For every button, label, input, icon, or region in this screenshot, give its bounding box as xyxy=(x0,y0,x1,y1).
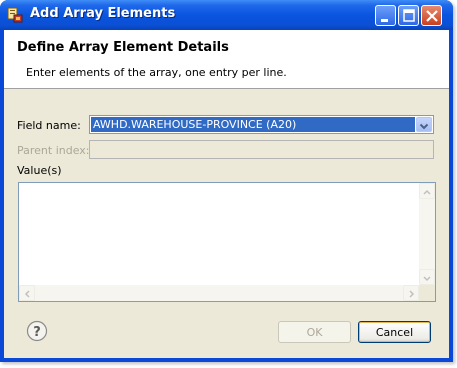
cancel-button[interactable]: Cancel xyxy=(358,321,431,343)
values-label: Value(s) xyxy=(17,164,62,177)
title-bar[interactable]: Add Array Elements xyxy=(0,0,453,30)
horizontal-scrollbar[interactable] xyxy=(19,285,419,301)
values-textarea[interactable] xyxy=(18,182,436,302)
parent-index-input[interactable] xyxy=(89,140,434,159)
close-button[interactable] xyxy=(421,5,442,26)
chevron-down-icon[interactable] xyxy=(416,117,432,132)
scroll-right-button[interactable] xyxy=(403,285,419,301)
header-title: Define Array Element Details xyxy=(17,40,229,55)
field-name-label: Field name: xyxy=(17,119,81,132)
svg-text:?: ? xyxy=(33,325,41,340)
vertical-scrollbar[interactable] xyxy=(419,183,435,285)
header-description: Enter elements of the array, one entry p… xyxy=(26,66,287,79)
parent-index-label: Parent index: xyxy=(17,144,90,157)
ok-button[interactable]: OK xyxy=(278,321,351,343)
scrollbar-corner xyxy=(419,285,435,301)
app-icon xyxy=(7,7,23,23)
maximize-button[interactable] xyxy=(398,5,419,26)
scroll-down-button[interactable] xyxy=(419,269,435,285)
field-name-value: AWHD.WAREHOUSE-PROVINCE (A20) xyxy=(91,117,415,132)
help-icon[interactable]: ? xyxy=(26,320,48,342)
window-title: Add Array Elements xyxy=(30,6,176,21)
minimize-button[interactable] xyxy=(375,5,396,26)
scroll-left-button[interactable] xyxy=(19,285,35,301)
dialog-window: Add Array Elements Define Array Element … xyxy=(0,0,453,362)
dialog-header: Define Array Element Details Enter eleme… xyxy=(4,30,449,89)
dialog-body: Define Array Element Details Enter eleme… xyxy=(4,30,449,358)
scroll-up-button[interactable] xyxy=(419,183,435,199)
field-name-combobox[interactable]: AWHD.WAREHOUSE-PROVINCE (A20) xyxy=(89,115,434,134)
